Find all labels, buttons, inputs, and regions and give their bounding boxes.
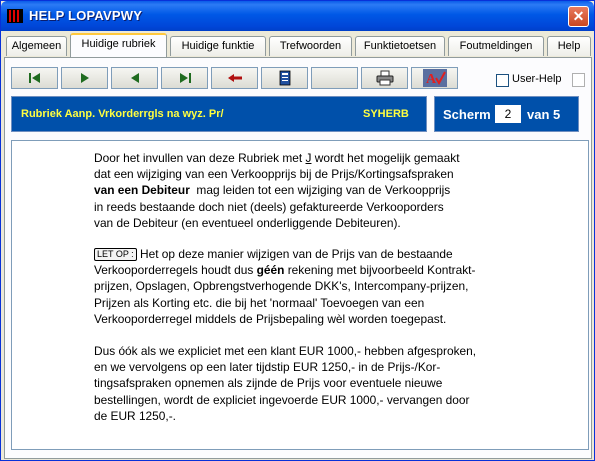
screen-label: Scherm	[443, 107, 491, 122]
rubriek-title: Rubriek Aanp. Vrkorderrgls na wyz. Pr/	[21, 108, 224, 120]
help-paragraph-1: Door het invullen van deze Rubriek met J…	[94, 151, 460, 230]
tab-foutmeldingen[interactable]: Foutmeldingen	[448, 36, 544, 56]
rubriek-code: SYHERB	[363, 108, 409, 120]
svg-text:A: A	[426, 72, 437, 87]
let-op-badge: LET OP :	[94, 248, 137, 261]
print-button[interactable]	[361, 67, 408, 89]
tab-huidige-rubriek[interactable]: Huidige rubriek	[70, 33, 167, 57]
next-page-button[interactable]	[61, 67, 108, 89]
spellcheck-icon: A	[422, 69, 447, 87]
screen-total-label: van 5	[527, 107, 561, 122]
first-page-icon	[28, 73, 40, 83]
last-page-button[interactable]	[161, 67, 208, 89]
back-button[interactable]	[211, 67, 258, 89]
blank-button[interactable]	[311, 67, 358, 89]
tab-funktietoetsen[interactable]: Funktietoetsen	[355, 36, 445, 56]
app-logo-icon	[7, 9, 23, 23]
help-text-area[interactable]: Door het invullen van deze Rubriek met J…	[11, 140, 589, 450]
tab-help[interactable]: Help	[547, 36, 591, 56]
index-book-icon	[279, 70, 290, 86]
screen-number-field[interactable]: 2	[495, 105, 521, 123]
rubriek-header: Rubriek Aanp. Vrkorderrgls na wyz. Pr/ S…	[11, 96, 427, 132]
index-button[interactable]	[261, 67, 308, 89]
tab-huidige-funktie[interactable]: Huidige funktie	[170, 36, 266, 56]
close-button[interactable]: ✕	[568, 6, 589, 27]
next-page-icon	[80, 73, 89, 83]
title-bar[interactable]: HELP LOPAVPWY ✕	[1, 1, 594, 31]
help-paragraph-3: Dus óók als we expliciet met een klant E…	[94, 344, 477, 423]
window-title: HELP LOPAVPWY	[29, 8, 143, 23]
first-page-button[interactable]	[11, 67, 58, 89]
spellcheck-button[interactable]: A	[411, 67, 458, 89]
printer-icon	[376, 70, 393, 86]
blank-icon	[334, 78, 335, 79]
tab-algemeen[interactable]: Algemeen	[6, 36, 67, 56]
help-paragraph-2: LET OP : Het op deze manier wijzigen van…	[94, 247, 476, 326]
last-page-icon	[179, 73, 191, 83]
previous-page-icon	[130, 73, 139, 83]
help-window: HELP LOPAVPWY ✕ Algemeen Huidige rubriek…	[0, 0, 595, 461]
user-help-checkbox[interactable]	[496, 74, 509, 87]
user-help-indicator	[572, 73, 585, 87]
user-help-label: User-Help	[512, 73, 562, 85]
tab-trefwoorden[interactable]: Trefwoorden	[269, 36, 352, 56]
back-icon	[227, 74, 242, 82]
tab-strip: Algemeen Huidige rubriek Huidige funktie…	[4, 33, 593, 57]
screen-indicator: Scherm 2 van 5	[434, 96, 579, 132]
previous-page-button[interactable]	[111, 67, 158, 89]
